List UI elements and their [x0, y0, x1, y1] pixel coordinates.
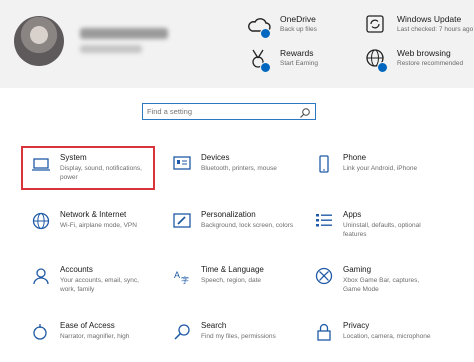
selection-highlight: [21, 146, 155, 190]
rewards-title: Rewards: [280, 48, 314, 58]
tile-description: Bluetooth, printers, mouse: [201, 165, 277, 172]
tile-description: Wi-Fi, airplane mode, VPN: [60, 222, 137, 229]
tile-title: Privacy: [343, 321, 370, 330]
tile-description: Your accounts, email, sync, work, family: [60, 277, 139, 293]
windows-update-title: Windows Update: [397, 14, 462, 24]
svg-text:字: 字: [181, 275, 189, 285]
web-browsing-title: Web browsing: [397, 48, 451, 58]
tile-description: Find my files, permissions: [201, 333, 276, 340]
tile-title: Search: [201, 321, 227, 330]
status-dot: [260, 28, 271, 39]
phone-icon: [314, 154, 334, 174]
tile-title: Devices: [201, 153, 230, 162]
onedrive-link[interactable]: OneDrive Back up files: [247, 13, 357, 47]
tile-description: Xbox Game Bar, captures, Game Mode: [343, 277, 420, 293]
tile-accounts[interactable]: Accounts Your accounts, email, sync, wor…: [25, 262, 155, 306]
tile-ease-of-access[interactable]: Ease of Access Narrator, magnifier, high: [25, 318, 155, 362]
tile-title: Personalization: [201, 210, 256, 219]
rewards-subtitle: Start Earning: [280, 60, 318, 67]
account-header: OneDrive Back up files Windows Update La…: [0, 0, 474, 88]
svg-text:A: A: [174, 270, 180, 280]
windows-update-subtitle: Last checked: 7 hours ago: [397, 26, 474, 33]
avatar[interactable]: [14, 16, 64, 66]
ease-of-access-icon: [31, 322, 51, 342]
search-icon: [172, 322, 192, 342]
xbox-icon: [314, 266, 334, 286]
rewards-link[interactable]: Rewards Start Earning: [247, 47, 357, 81]
tile-description: Link your Android, iPhone: [343, 165, 418, 172]
account-name-blurred: [80, 28, 168, 39]
person-icon: [31, 266, 51, 286]
tile-network[interactable]: Network & Internet Wi-Fi, airplane mode,…: [25, 207, 155, 251]
tile-title: Gaming: [343, 265, 372, 274]
tile-search[interactable]: Search Find my files, permissions: [166, 318, 296, 362]
windows-update-link[interactable]: Windows Update Last checked: 7 hours ago: [364, 13, 474, 47]
search-icon[interactable]: [299, 106, 311, 118]
apps-list-icon: [314, 211, 334, 231]
tile-phone[interactable]: Phone Link your Android, iPhone: [308, 150, 438, 194]
paintbrush-icon: [172, 211, 192, 231]
tile-privacy[interactable]: Privacy Location, camera, microphone: [308, 318, 438, 362]
tile-personalization[interactable]: Personalization Background, lock screen,…: [166, 207, 296, 251]
tile-apps[interactable]: Apps Uninstall, defaults, optional featu…: [308, 207, 438, 251]
refresh-icon: [364, 13, 390, 39]
search-input[interactable]: [147, 105, 287, 118]
status-dot: [377, 62, 388, 73]
tile-devices[interactable]: Devices Bluetooth, printers, mouse: [166, 150, 296, 194]
onedrive-title: OneDrive: [280, 14, 316, 24]
tile-time-language[interactable]: A字 Time & Language Speech, region, date: [166, 262, 296, 306]
web-browsing-subtitle: Restore recommended: [397, 60, 464, 67]
tile-description: Background, lock screen, colors: [201, 222, 294, 229]
tile-title: Network & Internet: [60, 210, 127, 219]
web-browsing-link[interactable]: Web browsing Restore recommended: [364, 47, 474, 81]
globe-icon: [31, 211, 51, 231]
tile-title: Accounts: [60, 265, 93, 274]
tile-description: Narrator, magnifier, high: [60, 333, 130, 340]
lock-icon: [314, 322, 334, 342]
tile-description: Uninstall, defaults, optional features: [343, 222, 421, 238]
search-box[interactable]: [142, 103, 316, 120]
account-email-blurred: [80, 45, 142, 53]
devices-icon: [172, 154, 192, 174]
onedrive-subtitle: Back up files: [280, 26, 317, 33]
tile-title: Phone: [343, 153, 367, 162]
tile-gaming[interactable]: Gaming Xbox Game Bar, captures, Game Mod…: [308, 262, 438, 306]
tile-title: Ease of Access: [60, 321, 115, 330]
tile-title: Time & Language: [201, 265, 264, 274]
status-dot: [260, 62, 271, 73]
tile-description: Speech, region, date: [201, 277, 261, 284]
time-language-icon: A字: [172, 266, 192, 286]
tile-description: Location, camera, microphone: [343, 333, 431, 340]
tile-title: Apps: [343, 210, 362, 219]
